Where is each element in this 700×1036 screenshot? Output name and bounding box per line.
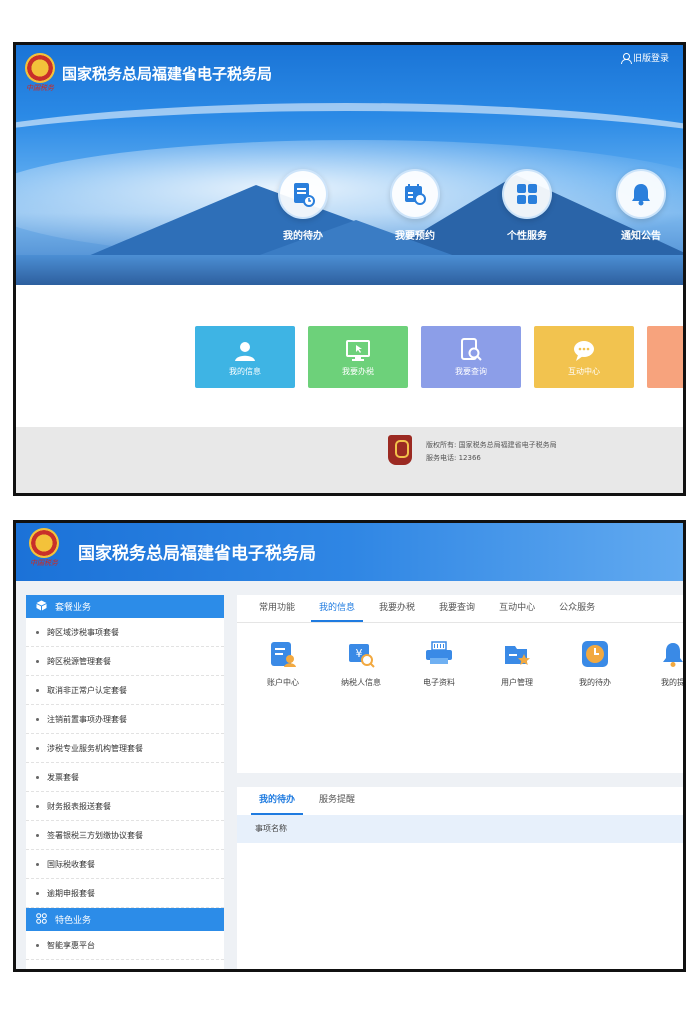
sidebar-item[interactable]: 发票套餐 — [26, 763, 224, 792]
tax-emblem-logo: 中国税务 — [26, 528, 62, 574]
sidebar-item[interactable]: 跨区域涉税事项套餐 — [26, 618, 224, 647]
screenshot-home: 中国税务 国家税务总局福建省电子税务局 旧版登录 我的待办 我要预约 个性服务 — [13, 42, 686, 496]
function-panel: 常用功能 我的信息 我要办税 我要查询 互动中心 公众服务 账户中心 ¥ 纳税人… — [237, 595, 683, 773]
footer: 版权所有: 国家税务总局福建省电子税务局 服务电话: 12366 — [16, 427, 683, 493]
app-account-center[interactable]: 账户中心 — [251, 639, 315, 688]
old-version-login-link[interactable]: 旧版登录 — [620, 51, 669, 64]
sidebar-item[interactable]: 签署银税三方划缴协议套餐 — [26, 821, 224, 850]
person-icon — [195, 326, 295, 362]
content-area: 套餐业务 跨区域涉税事项套餐 跨区税源管理套餐 取消非正常户认定套餐 注销前置事… — [16, 581, 683, 969]
site-title: 国家税务总局福建省电子税务局 — [78, 544, 316, 564]
tab-public-service[interactable]: 公众服务 — [551, 595, 603, 622]
tab-my-todo[interactable]: 我的待办 — [251, 787, 304, 815]
hero-banner: 中国税务 国家税务总局福建省电子税务局 旧版登录 我的待办 我要预约 个性服务 — [16, 45, 683, 285]
taxpayer-icon: ¥ — [346, 639, 376, 669]
header-bar: 中国税务 国家税务总局福建省电子税务局 — [16, 523, 683, 581]
document-clock-icon — [278, 169, 328, 219]
sidebar-item[interactable]: 取消非正常户认定套餐 — [26, 676, 224, 705]
tab-service-reminder[interactable]: 服务提醒 — [311, 787, 363, 815]
service-tiles: 我的信息 我要办税 我要查询 互动中心 — [16, 285, 683, 427]
tile-interaction[interactable]: 互动中心 — [534, 326, 634, 388]
sidebar-item[interactable]: 涉税专业服务机构管理套餐 — [26, 734, 224, 763]
tab-my-info[interactable]: 我的信息 — [311, 595, 364, 622]
grid-outline-icon — [36, 912, 47, 927]
tile-query[interactable]: 我要查询 — [421, 326, 521, 388]
quick-my-todo[interactable]: 我的待办 — [268, 169, 338, 242]
tab-interaction[interactable]: 互动中心 — [491, 595, 543, 622]
tab-bar: 常用功能 我的信息 我要办税 我要查询 互动中心 公众服务 — [237, 595, 683, 623]
quick-notice[interactable]: 通知公告 — [606, 169, 676, 242]
tax-emblem-logo: 中国税务 — [22, 53, 58, 99]
sidebar-item[interactable]: 国际税收套餐 — [26, 850, 224, 879]
cube-icon — [36, 600, 47, 614]
user-manage-icon — [502, 639, 532, 669]
sidebar-section-packages[interactable]: 套餐业务 — [26, 595, 224, 618]
search-doc-icon — [421, 326, 521, 362]
quick-personal-service[interactable]: 个性服务 — [492, 169, 562, 242]
tab-common[interactable]: 常用功能 — [251, 595, 303, 622]
clock-icon — [580, 639, 610, 669]
bell-icon — [616, 169, 666, 219]
monitor-cursor-icon — [308, 326, 408, 362]
app-my-reminder[interactable]: 我的提 — [641, 639, 683, 688]
todo-tab-bar: 我的待办 服务提醒 — [237, 787, 683, 815]
calendar-clock-icon — [390, 169, 440, 219]
sidebar-item[interactable]: 跨区税源管理套餐 — [26, 647, 224, 676]
quick-appointment[interactable]: 我要预约 — [380, 169, 450, 242]
site-title: 国家税务总局福建省电子税务局 — [62, 65, 273, 83]
tile-partial[interactable] — [647, 326, 683, 388]
account-icon — [268, 639, 298, 669]
grid-icon — [502, 169, 552, 219]
screenshot-dashboard: 中国税务 国家税务总局福建省电子税务局 套餐业务 跨区域涉税事项套餐 跨区税源管… — [13, 520, 686, 972]
footer-text: 版权所有: 国家税务总局福建省电子税务局 服务电话: 12366 — [426, 441, 557, 462]
sidebar-item[interactable]: 注销前置事项办理套餐 — [26, 705, 224, 734]
app-taxpayer-info[interactable]: ¥ 纳税人信息 — [329, 639, 393, 688]
app-electronic-docs[interactable]: 电子资料 — [407, 639, 471, 688]
printer-icon — [424, 639, 454, 669]
column-header-item-name: 事项名称 — [237, 815, 683, 843]
app-my-todo[interactable]: 我的待办 — [563, 639, 627, 688]
tax-logo-icon — [388, 435, 412, 465]
tile-tax-handling[interactable]: 我要办税 — [308, 326, 408, 388]
user-icon — [620, 52, 632, 64]
sidebar-item[interactable]: 逾期申报套餐 — [26, 879, 224, 908]
sidebar-item[interactable]: 财务报表报送套餐 — [26, 792, 224, 821]
chat-icon — [534, 326, 634, 362]
tab-query[interactable]: 我要查询 — [431, 595, 483, 622]
bell-icon — [658, 639, 683, 669]
sidebar-item[interactable]: 智能享惠平台 — [26, 931, 224, 960]
app-user-management[interactable]: 用户管理 — [485, 639, 549, 688]
sidebar: 套餐业务 跨区域涉税事项套餐 跨区税源管理套餐 取消非正常户认定套餐 注销前置事… — [26, 595, 224, 969]
tab-tax-handling[interactable]: 我要办税 — [371, 595, 423, 622]
sidebar-section-featured[interactable]: 特色业务 — [26, 908, 224, 931]
todo-panel: 我的待办 服务提醒 事项名称 — [237, 787, 683, 969]
tile-my-info[interactable]: 我的信息 — [195, 326, 295, 388]
